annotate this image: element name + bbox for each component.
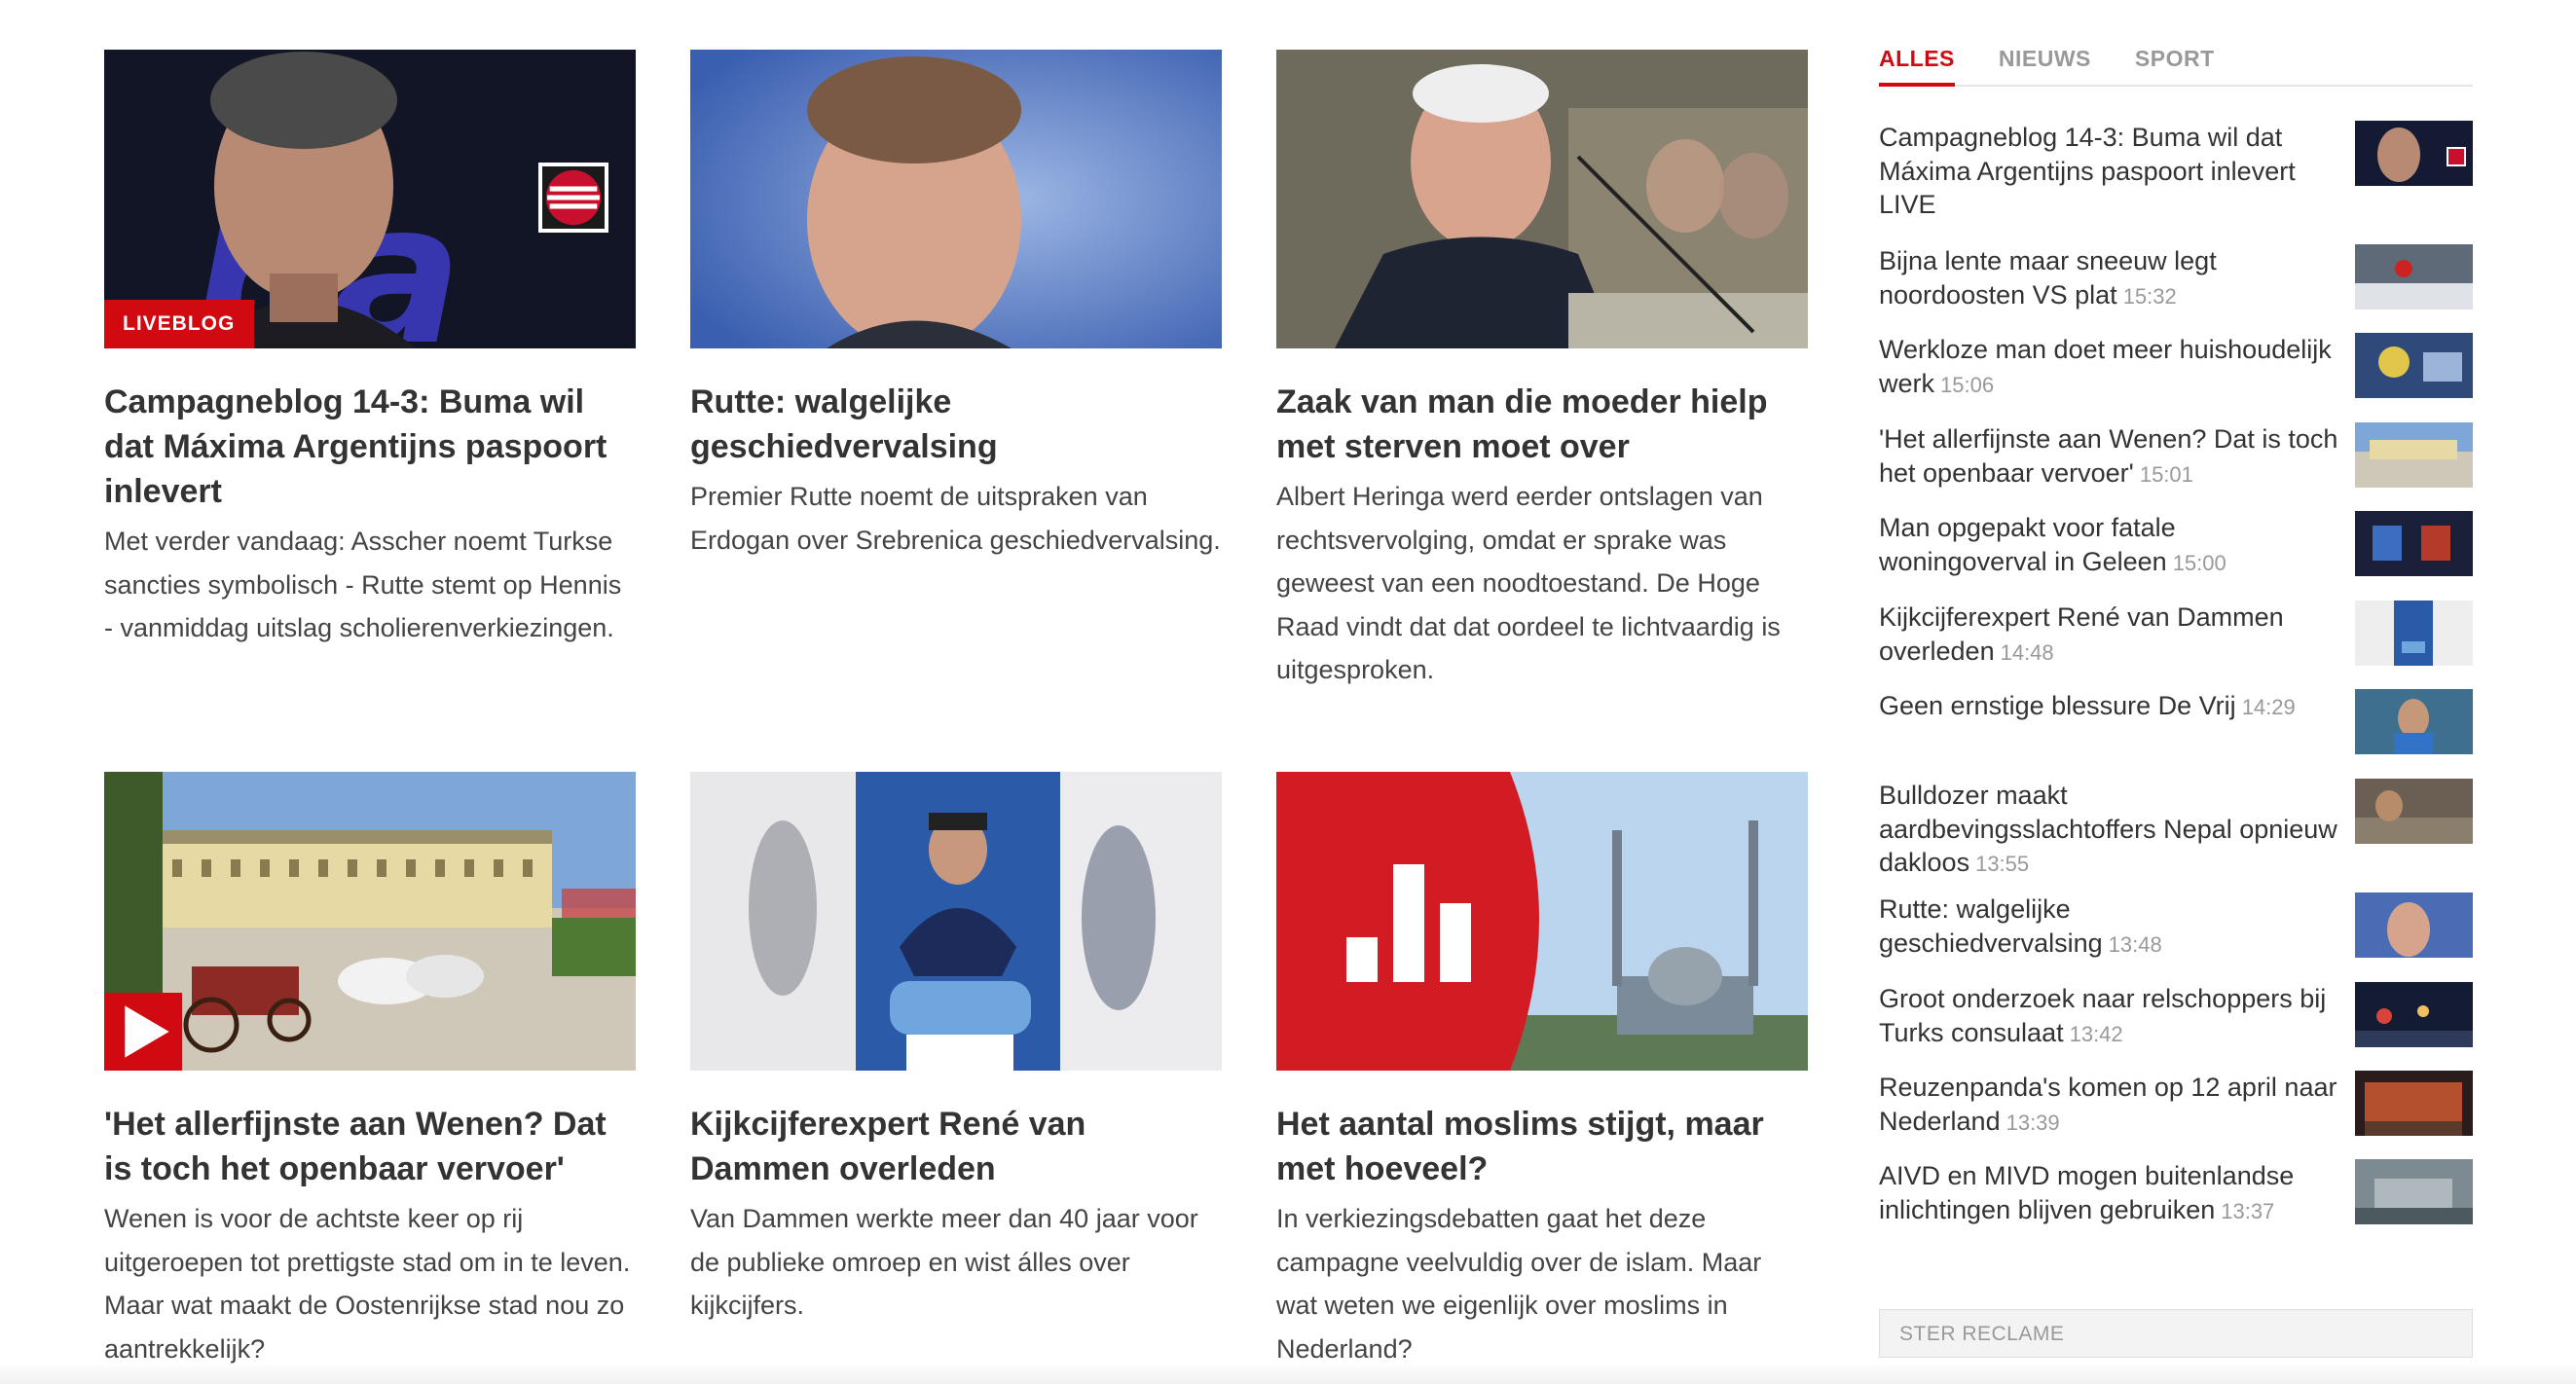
- list-item-title: Man opgepakt voor fatale woningoverval i…: [1879, 513, 2176, 576]
- list-item-title: Rutte: walgelijke geschiedvervalsing: [1879, 894, 2103, 958]
- article-title[interactable]: Zaak van man die moeder hielp met sterve…: [1276, 380, 1808, 469]
- article-image[interactable]: ba LIVEBLOG: [104, 50, 636, 348]
- article-card[interactable]: 'Het allerfijnste aan Wenen? Dat is toch…: [104, 772, 636, 1370]
- list-item[interactable]: AIVD en MIVD mogen buitenlandse inlichti…: [1879, 1159, 2473, 1228]
- list-item[interactable]: 'Het allerfijnste aan Wenen? Dat is toch…: [1879, 422, 2473, 492]
- tab-alles[interactable]: ALLES: [1879, 42, 1955, 87]
- list-item-time: 13:42: [2069, 1021, 2123, 1046]
- article-summary: In verkiezingsdebatten gaat het deze cam…: [1276, 1204, 1762, 1364]
- article-summary: Wenen is voor de achtste keer op rij uit…: [104, 1204, 631, 1364]
- list-item[interactable]: Bijna lente maar sneeuw legt noordoosten…: [1879, 244, 2473, 313]
- tab-nieuws[interactable]: NIEUWS: [1999, 42, 2091, 85]
- list-item-thumbnail: [2355, 422, 2473, 488]
- list-item[interactable]: Kijkcijferexpert René van Dammen overled…: [1879, 601, 2473, 670]
- list-item[interactable]: Campagneblog 14-3: Buma wil dat Máxima A…: [1879, 121, 2473, 222]
- article-card[interactable]: ba LIVEBLOG Campagneblog 14-3: Buma wil …: [104, 50, 636, 650]
- list-item-thumbnail: [2355, 333, 2473, 398]
- list-item-thumbnail: [2355, 244, 2473, 310]
- bottom-fade: [0, 1363, 2576, 1384]
- list-item-time: 13:55: [1975, 852, 2030, 876]
- list-item[interactable]: Man opgepakt voor fatale woningoverval i…: [1879, 511, 2473, 580]
- article-summary: Van Dammen werkte meer dan 40 jaar voor …: [690, 1204, 1198, 1320]
- list-item-thumbnail: [2355, 689, 2473, 754]
- list-item-title: Geen ernstige blessure De Vrij: [1879, 691, 2236, 720]
- article-image[interactable]: [690, 772, 1222, 1071]
- article-image[interactable]: [104, 772, 636, 1071]
- list-item[interactable]: Rutte: walgelijke geschiedvervalsing 13:4…: [1879, 892, 2473, 962]
- article-title[interactable]: Kijkcijferexpert René van Dammen overled…: [690, 1102, 1222, 1191]
- list-item-title: Campagneblog 14-3: Buma wil dat Máxima A…: [1879, 123, 2296, 219]
- article-card[interactable]: Zaak van man die moeder hielp met sterve…: [1276, 50, 1808, 692]
- news-tabs: ALLES NIEUWS SPORT: [1879, 42, 2473, 87]
- play-icon[interactable]: [104, 993, 182, 1071]
- article-image[interactable]: [1276, 772, 1808, 1071]
- list-item[interactable]: Reuzenpanda's komen op 12 april naar Ned…: [1879, 1071, 2473, 1140]
- list-item-thumbnail: [2355, 982, 2473, 1047]
- article-title[interactable]: Rutte: walgelijke geschiedvervalsing: [690, 380, 1222, 469]
- list-item-time: 13:48: [2108, 931, 2162, 957]
- list-item-title: Kijkcijferexpert René van Dammen overled…: [1879, 602, 2284, 666]
- article-summary: Met verder vandaag: Asscher noemt Turkse…: [104, 527, 622, 642]
- list-item-time: 14:29: [2241, 695, 2296, 719]
- article-title[interactable]: Campagneblog 14-3: Buma wil dat Máxima A…: [104, 380, 636, 514]
- article-title[interactable]: Het aantal moslims stijgt, maar met hoev…: [1276, 1102, 1808, 1191]
- list-item-time: 13:37: [2221, 1198, 2275, 1223]
- list-item-time: 13:39: [2006, 1110, 2060, 1135]
- liveblog-badge: LIVEBLOG: [104, 300, 255, 348]
- list-item-time: 15:32: [2122, 283, 2177, 309]
- list-item[interactable]: Groot onderzoek naar relschoppers bij Tu…: [1879, 982, 2473, 1051]
- list-item-thumbnail: [2355, 892, 2473, 958]
- list-item-thumbnail: [2355, 601, 2473, 666]
- article-title[interactable]: 'Het allerfijnste aan Wenen? Dat is toch…: [104, 1102, 636, 1191]
- list-item-thumbnail: [2355, 1071, 2473, 1136]
- list-item[interactable]: Werkloze man doet meer huishoudelijk wer…: [1879, 333, 2473, 402]
- article-card[interactable]: Rutte: walgelijke geschiedvervalsing Pre…: [690, 50, 1222, 562]
- list-item[interactable]: Geen ernstige blessure De Vrij 14:29: [1879, 689, 2473, 754]
- ster-reclame-ad[interactable]: STER RECLAME: [1879, 1309, 2473, 1358]
- list-item-time: 15:06: [1940, 372, 1995, 397]
- list-item[interactable]: Bulldozer maakt aardbevingsslachtoffers …: [1879, 779, 2473, 882]
- article-image[interactable]: [690, 50, 1222, 348]
- list-item-time: 15:01: [2139, 461, 2193, 487]
- article-image[interactable]: [1276, 50, 1808, 348]
- list-item-thumbnail: [2355, 511, 2473, 576]
- article-summary: Albert Heringa werd eerder ontslagen van…: [1276, 482, 1781, 684]
- list-item-time: 14:48: [2000, 639, 2054, 665]
- list-item-title: Reuzenpanda's komen op 12 april naar Ned…: [1879, 1073, 2337, 1136]
- list-item-thumbnail: [2355, 121, 2473, 186]
- list-item-time: 15:00: [2172, 550, 2226, 575]
- list-item-title: Bulldozer maakt aardbevingsslachtoffers …: [1879, 781, 2337, 877]
- party-logo-icon: [538, 163, 608, 233]
- article-summary: Premier Rutte noemt de uitspraken van Er…: [690, 482, 1221, 555]
- list-item-thumbnail: [2355, 779, 2473, 844]
- list-item-title: 'Het allerfijnste aan Wenen? Dat is toch…: [1879, 424, 2338, 488]
- list-item-thumbnail: [2355, 1159, 2473, 1224]
- latest-news-sidebar: ALLES NIEUWS SPORT Campagneblog 14-3: Bu…: [1879, 42, 2473, 1224]
- tab-sport[interactable]: SPORT: [2135, 42, 2215, 85]
- article-card[interactable]: Kijkcijferexpert René van Dammen overled…: [690, 772, 1222, 1328]
- article-card[interactable]: Het aantal moslims stijgt, maar met hoev…: [1276, 772, 1808, 1370]
